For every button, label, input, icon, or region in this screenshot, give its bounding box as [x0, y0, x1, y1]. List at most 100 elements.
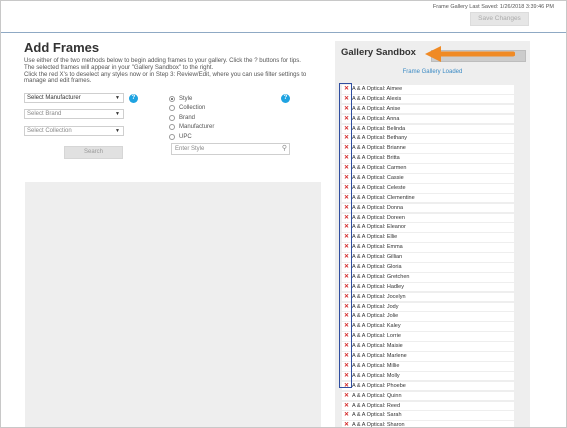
frame-name: A & A Optical: Carmen — [352, 165, 407, 172]
gallery-loaded-status: Frame Gallery Loaded — [402, 69, 463, 75]
frame-name: A & A Optical: Celeste — [352, 184, 406, 191]
radio-option-brand[interactable]: Brand — [169, 113, 214, 123]
frame-name: A & A Optical: Gloria — [352, 264, 402, 271]
list-item: ✕ A & A Optical: Emma — [342, 243, 514, 252]
sandbox-title: Gallery Sandbox — [341, 47, 416, 58]
frame-name: A & A Optical: Hadley — [352, 283, 404, 290]
radio-option-upc[interactable]: UPC — [169, 132, 214, 142]
list-item: ✕ A & A Optical: Anise — [342, 104, 514, 114]
arrow-head — [425, 46, 441, 62]
list-item: ✕ A & A Optical: Sarah — [342, 411, 514, 420]
list-item: ✕ A & A Optical: Alexis — [342, 94, 514, 104]
list-item: ✕ A & A Optical: Phoebe — [342, 381, 514, 391]
radio-button[interactable] — [169, 124, 175, 131]
list-item: ✕ A & A Optical: Millie — [342, 361, 514, 371]
remove-x-icon[interactable]: ✕ — [344, 421, 349, 427]
frame-name: A & A Optical: Clementine — [352, 194, 415, 201]
radio-button[interactable] — [169, 114, 175, 121]
list-item: ✕ A & A Optical: Sharon — [342, 421, 514, 428]
remove-x-icon[interactable]: ✕ — [344, 411, 349, 420]
list-item: ✕ A & A Optical: Brianne — [342, 144, 514, 153]
list-item: ✕ A & A Optical: Reed — [342, 401, 514, 411]
chevron-down-icon: ▼ — [115, 111, 120, 117]
frame-name: A & A Optical: Anise — [352, 105, 401, 112]
manufacturer-select[interactable]: Select Manufacturer ▼ — [24, 93, 124, 103]
annotation-highlight-box — [339, 83, 352, 388]
list-item: ✕ A & A Optical: Carmen — [342, 164, 514, 173]
frame-name: A & A Optical: Anna — [352, 115, 400, 122]
frame-name: A & A Optical: Brianne — [352, 145, 406, 152]
frame-list: ✕ A & A Optical: Aimee ✕ A & A Optical: Ale… — [342, 85, 514, 428]
search-type-radio-group: Style Collection Brand Manufacturer UPC — [169, 94, 214, 142]
manufacturer-select-value: Select Manufacturer — [27, 95, 81, 101]
list-item: ✕ A & A Optical: Eleanor — [342, 223, 514, 233]
list-item: ✕ A & A Optical: Britta — [342, 154, 514, 163]
radio-option-manufacturer[interactable]: Manufacturer — [169, 123, 214, 133]
frame-name: A & A Optical: Emma — [352, 244, 403, 251]
list-item: ✕ A & A Optical: Marlene — [342, 352, 514, 361]
radio-label: Brand — [179, 114, 196, 121]
frame-name: A & A Optical: Sarah — [352, 412, 402, 419]
search-button[interactable]: Search — [64, 146, 123, 159]
list-item: ✕ A & A Optical: Anna — [342, 114, 514, 124]
list-item: ✕ A & A Optical: Hadley — [342, 282, 514, 292]
list-item: ✕ A & A Optical: Ellie — [342, 233, 514, 242]
list-item: ✕ A & A Optical: Belinda — [342, 124, 514, 134]
brand-select[interactable]: Select Brand ▼ — [24, 109, 124, 119]
chevron-down-icon: ▼ — [115, 95, 120, 101]
radio-option-style[interactable]: Style — [169, 94, 214, 104]
help-icon[interactable]: ? — [129, 94, 138, 103]
frame-name: A & A Optical: Alexis — [352, 95, 402, 102]
list-item: ✕ A & A Optical: Celeste — [342, 183, 514, 193]
frame-name: A & A Optical: Belinda — [352, 125, 406, 132]
page-title: Add Frames — [24, 40, 100, 55]
enter-style-placeholder: Enter Style — [175, 146, 205, 152]
list-item: ✕ A & A Optical: Lorrie — [342, 332, 514, 341]
list-item: ✕ A & A Optical: Jody — [342, 302, 514, 312]
list-item: ✕ A & A Optical: Gillian — [342, 253, 514, 262]
frame-name: A & A Optical: Ellie — [352, 234, 398, 241]
list-item: ✕ A & A Optical: Quinn — [342, 391, 514, 401]
remove-x-icon[interactable]: ✕ — [344, 402, 349, 411]
instruction-line: Click the red X's to deselect any styles… — [24, 70, 307, 85]
brand-select-value: Select Brand — [27, 111, 62, 117]
frame-name: A & A Optical: Molly — [352, 372, 400, 379]
search-icon[interactable]: ⚲ — [282, 144, 287, 154]
list-item: ✕ A & A Optical: Gretchen — [342, 272, 514, 282]
list-item: ✕ A & A Optical: Aimee — [342, 85, 514, 94]
frame-name: A & A Optical: Eleanor — [352, 224, 406, 231]
help-icon[interactable]: ? — [281, 94, 290, 103]
radio-button[interactable] — [169, 133, 175, 140]
frame-name: A & A Optical: Phoebe — [352, 382, 406, 389]
instructions-text: Use either of the two methods below to b… — [24, 57, 324, 85]
list-item: ✕ A & A Optical: Clementine — [342, 193, 514, 203]
radio-label: Style — [179, 95, 193, 102]
radio-label: UPC — [179, 133, 192, 140]
enter-style-input[interactable]: Enter Style ⚲ — [171, 143, 290, 155]
collection-select[interactable]: Select Collection ▼ — [24, 126, 124, 136]
last-saved-status: Frame Gallery Last Saved: 1/26/2018 3:39… — [432, 4, 554, 10]
radio-button[interactable] — [169, 105, 175, 112]
frame-name: A & A Optical: Donna — [352, 204, 404, 211]
list-item: ✕ A & A Optical: Kaley — [342, 322, 514, 331]
frame-name: A & A Optical: Bethany — [352, 135, 408, 142]
annotation-arrow-icon — [425, 46, 515, 62]
list-item: ✕ A & A Optical: Maisie — [342, 342, 514, 351]
save-changes-button[interactable]: Save Changes — [470, 12, 529, 26]
list-item: ✕ A & A Optical: Jocelyn — [342, 292, 514, 302]
radio-label: Manufacturer — [179, 124, 215, 131]
radio-button-checked[interactable] — [169, 95, 175, 102]
frame-name: A & A Optical: Britta — [352, 155, 400, 162]
frame-name: A & A Optical: Gillian — [352, 254, 403, 261]
remove-x-icon[interactable]: ✕ — [344, 392, 349, 401]
list-item: ✕ A & A Optical: Doreen — [342, 213, 514, 223]
frame-name: A & A Optical: Lorrie — [352, 333, 401, 340]
app-window: Frame Gallery Last Saved: 1/26/2018 3:39… — [0, 0, 567, 428]
search-results-panel — [25, 182, 321, 427]
frame-name: A & A Optical: Gretchen — [352, 273, 410, 280]
radio-option-collection[interactable]: Collection — [169, 104, 214, 114]
frame-name: A & A Optical: Sharon — [352, 422, 405, 428]
collection-select-value: Select Collection — [27, 128, 72, 134]
frame-name: A & A Optical: Kaley — [352, 323, 401, 330]
frame-name: A & A Optical: Quinn — [352, 392, 402, 399]
